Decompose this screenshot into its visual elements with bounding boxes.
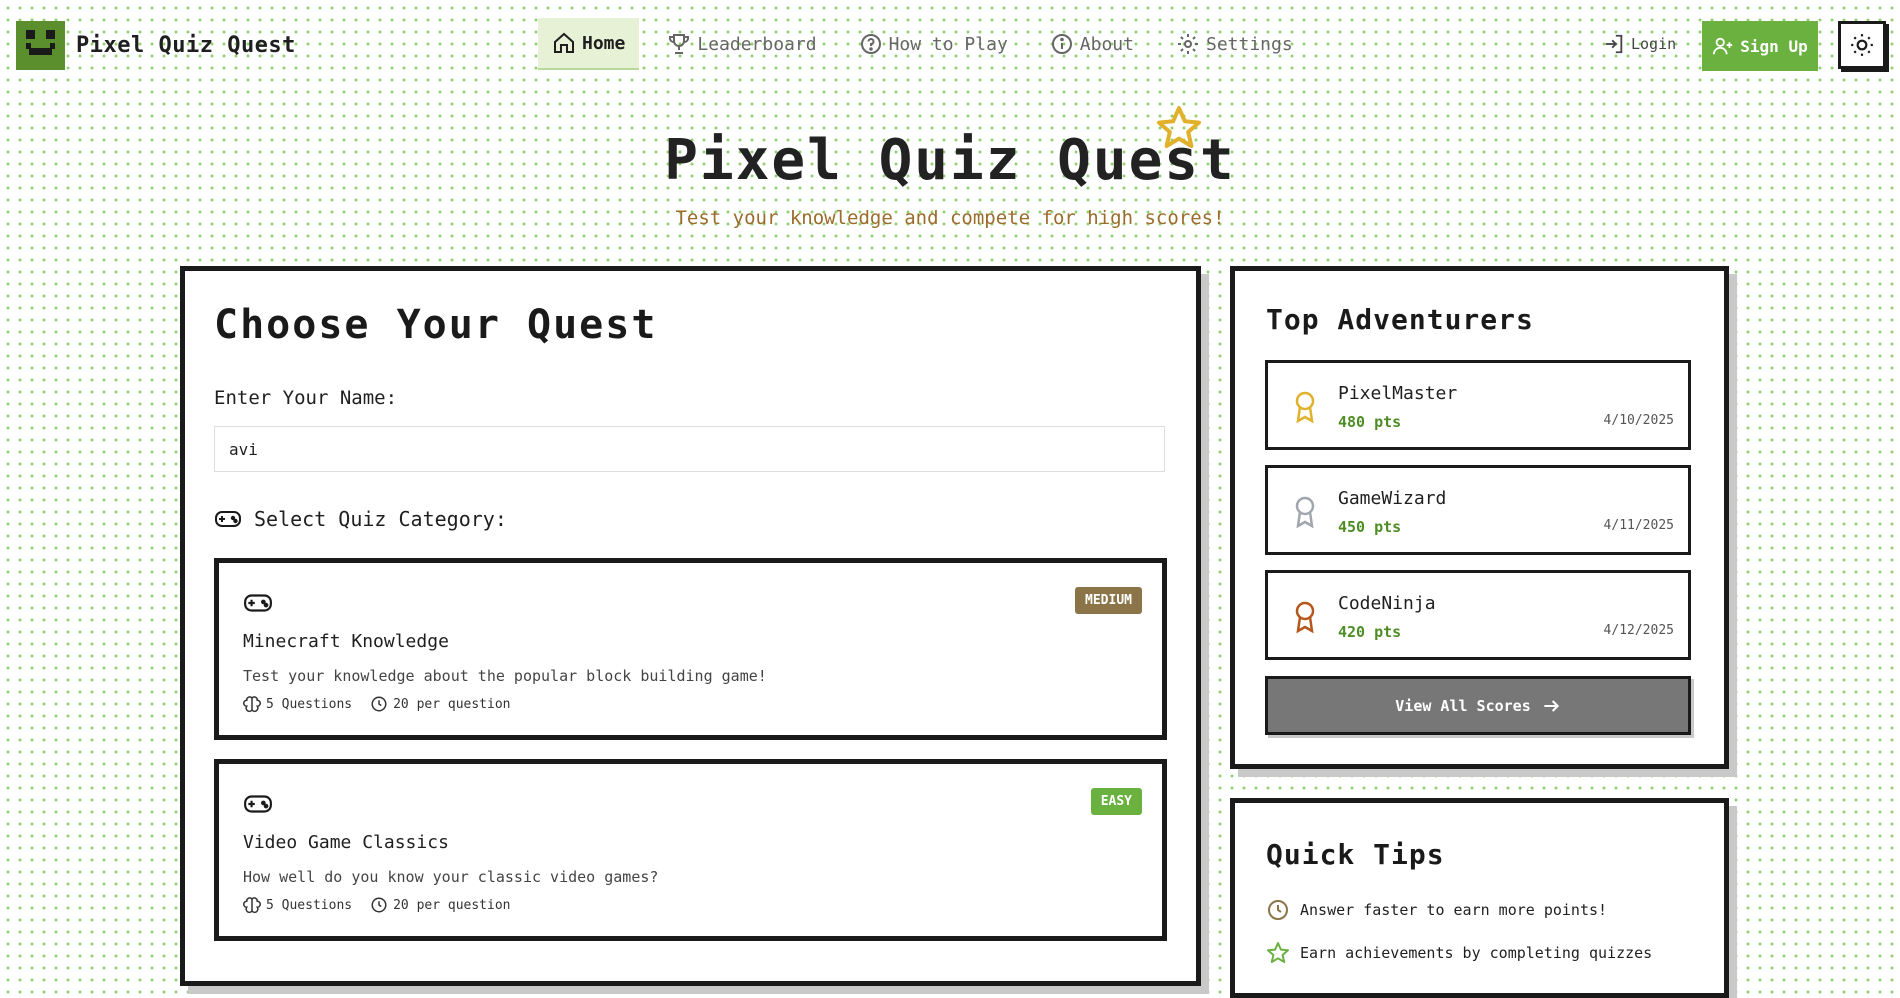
nav-about-label: About (1079, 33, 1134, 55)
login-label: Login (1631, 35, 1677, 53)
nav-settings[interactable]: Settings (1162, 18, 1307, 70)
tip-text: Answer faster to earn more points! (1300, 901, 1608, 919)
leaderboard-title: Top Adventurers (1266, 303, 1534, 336)
name-input[interactable] (214, 426, 1165, 472)
arrow-right-icon (1544, 699, 1559, 712)
player-points: 450 pts (1338, 518, 1402, 536)
player-points: 480 pts (1338, 413, 1402, 431)
medal-icon (1295, 496, 1315, 529)
tips-title: Quick Tips (1266, 838, 1445, 871)
clock-icon (371, 897, 387, 913)
difficulty-badge: EASY (1090, 788, 1142, 815)
difficulty-badge: MEDIUM (1075, 587, 1142, 614)
tip-text: Earn achievements by completing quizzes (1300, 944, 1653, 962)
quiz-description: Test your knowledge about the popular bl… (243, 667, 767, 685)
player-name: CodeNinja (1338, 593, 1436, 614)
gamepad-icon (244, 594, 272, 612)
quiz-card-video-games[interactable]: EASY Video Game Classics How well do you… (214, 759, 1167, 941)
login-button[interactable]: Login (1603, 33, 1676, 55)
view-all-label: View All Scores (1395, 696, 1531, 715)
leaderboard-entry: GameWizard 450 pts 4/11/2025 (1265, 465, 1691, 555)
quiz-meta: 5 Questions 20 per question (243, 695, 511, 713)
nav-how-to-play[interactable]: How to Play (845, 18, 1022, 70)
category-label: Select Quiz Category: (214, 507, 507, 531)
theme-toggle-button[interactable] (1838, 21, 1886, 69)
info-icon (1051, 34, 1072, 54)
medal-icon (1295, 601, 1315, 634)
score-date: 4/12/2025 (1603, 623, 1674, 638)
quiz-meta: 5 Questions 20 per question (243, 896, 511, 914)
question-count: 5 Questions (266, 897, 353, 913)
app-logo[interactable] (16, 21, 65, 70)
nav-leaderboard-label: Leaderboard (697, 33, 817, 55)
nav-about[interactable]: About (1036, 18, 1148, 70)
nav-home-label: Home (582, 32, 626, 54)
login-icon (1605, 34, 1623, 54)
brain-icon (243, 696, 261, 713)
medal-icon (1295, 391, 1315, 424)
trophy-icon (669, 34, 690, 54)
gear-icon (1177, 34, 1198, 54)
hero-title: Pixel Quiz Quest (664, 128, 1236, 193)
brain-icon (243, 897, 261, 914)
score-date: 4/10/2025 (1603, 413, 1674, 428)
star-icon (1267, 942, 1289, 963)
gamepad-icon (244, 795, 272, 813)
signup-label: Sign Up (1740, 36, 1808, 56)
signup-button[interactable]: Sign Up (1702, 21, 1818, 71)
leaderboard-entry: PixelMaster 480 pts 4/10/2025 (1265, 360, 1691, 450)
player-points: 420 pts (1338, 623, 1402, 641)
nav-how-to-play-label: How to Play (888, 33, 1008, 55)
help-circle-icon (860, 34, 881, 54)
quiz-card-minecraft[interactable]: MEDIUM Minecraft Knowledge Test your kno… (214, 558, 1167, 740)
sun-icon (1851, 34, 1873, 56)
nav-home[interactable]: Home (538, 18, 640, 70)
home-icon (554, 32, 574, 53)
user-plus-icon (1713, 37, 1733, 55)
gamepad-icon (215, 511, 241, 527)
question-count: 5 Questions (266, 696, 353, 712)
quiz-title: Video Game Classics (243, 832, 449, 853)
clock-icon (371, 696, 387, 712)
quiz-description: How well do you know your classic video … (243, 868, 659, 886)
nav-settings-label: Settings (1205, 33, 1293, 55)
player-name: PixelMaster (1338, 383, 1458, 404)
category-label-text: Select Quiz Category: (254, 507, 507, 531)
time-per-question: 20 per question (393, 696, 511, 712)
name-label: Enter Your Name: (214, 387, 398, 409)
leaderboard-entry: CodeNinja 420 pts 4/12/2025 (1265, 570, 1691, 660)
quiz-title: Minecraft Knowledge (243, 631, 449, 652)
hero-subtitle: Test your knowledge and compete for high… (675, 207, 1225, 229)
quest-title: Choose Your Quest (214, 302, 658, 348)
player-name: GameWizard (1338, 488, 1447, 509)
view-all-scores-button[interactable]: View All Scores (1265, 676, 1691, 735)
tip-item: Answer faster to earn more points! (1266, 898, 1607, 922)
tip-item: Earn achievements by completing quizzes (1266, 941, 1652, 965)
star-icon (1157, 106, 1201, 148)
nav-leaderboard[interactable]: Leaderboard (653, 18, 830, 70)
time-per-question: 20 per question (393, 897, 511, 913)
score-date: 4/11/2025 (1603, 518, 1674, 533)
brand-name[interactable]: Pixel Quiz Quest (76, 33, 296, 58)
clock-icon (1268, 900, 1288, 920)
main-nav: Home Leaderboard How to Play About Setti… (538, 18, 1307, 70)
